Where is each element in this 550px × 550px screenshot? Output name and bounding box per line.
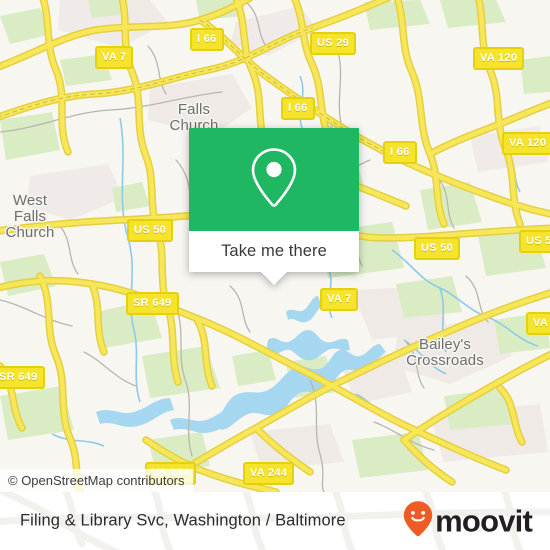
- popup-action[interactable]: Take me there: [189, 231, 359, 285]
- moovit-logo[interactable]: moovit: [403, 501, 533, 542]
- shield-sr-649-mid[interactable]: SR 649: [126, 292, 179, 315]
- shield-va-right-edge[interactable]: VA 7: [526, 312, 550, 335]
- map-canvas[interactable]: Falls Church West Falls Church Bailey's …: [0, 0, 550, 492]
- popup-tail: [261, 272, 287, 285]
- shield-us-29[interactable]: US 29: [310, 32, 357, 55]
- map-screenshot: Falls Church West Falls Church Bailey's …: [0, 0, 550, 550]
- osm-attribution[interactable]: © OpenStreetMap contributors: [0, 469, 193, 492]
- shield-us-50-mid[interactable]: US 50: [414, 237, 461, 260]
- map-pin-icon: [248, 146, 300, 213]
- shield-va-244-right[interactable]: VA 244: [243, 462, 295, 485]
- shield-us-50-left[interactable]: US 50: [127, 219, 174, 242]
- shield-i-66-mid[interactable]: I 66: [281, 97, 315, 120]
- shield-va-7-mid[interactable]: VA 7: [320, 288, 359, 311]
- shield-va-120-top[interactable]: VA 120: [473, 47, 525, 70]
- take-me-there-label: Take me there: [221, 242, 327, 260]
- moovit-wordmark: moovit: [435, 503, 533, 539]
- shield-va-120-right[interactable]: VA 120: [502, 132, 550, 155]
- shield-va-7-top-left[interactable]: VA 7: [95, 46, 134, 69]
- place-title: Filing & Library Svc, Washington / Balti…: [20, 511, 346, 530]
- location-popup-card[interactable]: Take me there: [189, 128, 359, 285]
- popup-header: [189, 128, 359, 231]
- shield-us-50-right[interactable]: US 50: [519, 230, 550, 253]
- shield-i-66-right[interactable]: I 66: [383, 141, 417, 164]
- shield-i-66-top[interactable]: I 66: [190, 28, 224, 51]
- moovit-smiley-pin-icon: [403, 501, 433, 542]
- shield-sr-649-left[interactable]: SR 649: [0, 366, 45, 389]
- footer-bar: Filing & Library Svc, Washington / Balti…: [0, 492, 550, 550]
